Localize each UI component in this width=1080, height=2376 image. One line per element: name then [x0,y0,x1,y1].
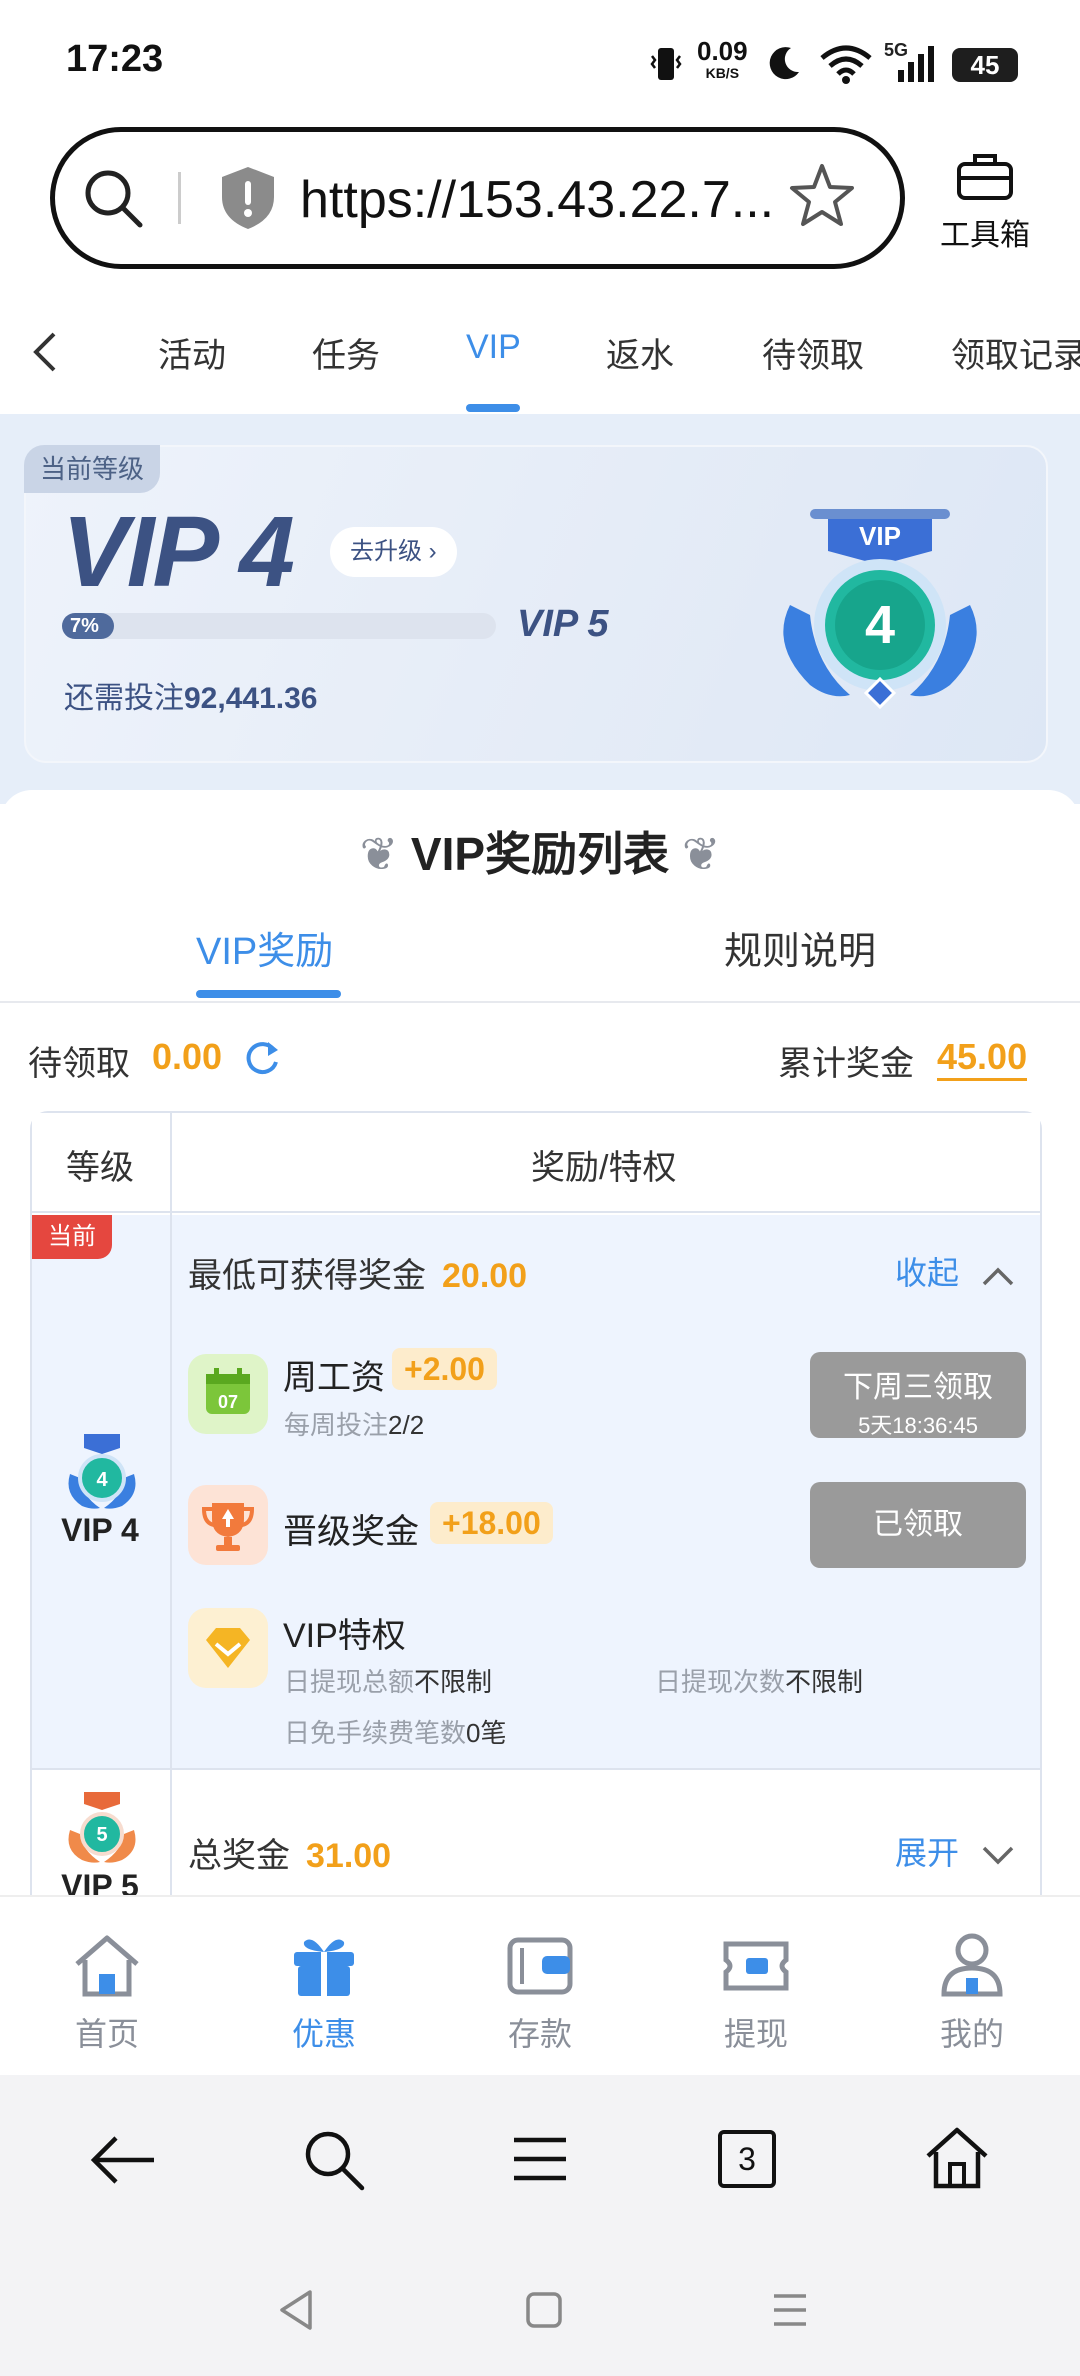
svg-text:4: 4 [96,1469,108,1491]
nav-promotions[interactable]: 优惠 [254,1930,394,2055]
privilege-free-fee-count: 日免手续费笔数0笔 [284,1718,507,1748]
nav-withdraw[interactable]: 提现 [686,1930,826,2055]
url-divider [178,172,181,224]
upgrade-button[interactable]: 去升级 › [330,527,457,577]
laurel-right-icon: ❦ [681,828,721,880]
withdraw-icon [723,1941,789,1991]
shield-icon[interactable] [218,165,278,231]
system-home-icon[interactable] [524,2290,564,2330]
tab-activity[interactable]: 活动 [158,328,226,377]
vip-diamond-icon [188,1608,268,1688]
divider [0,1001,1080,1003]
chevron-left-icon[interactable] [30,330,60,374]
svg-text:07: 07 [218,1392,238,1412]
column-divider [170,1772,172,1902]
chevron-right-icon: › [428,538,437,565]
toolbox-label[interactable]: 工具箱 [920,210,1050,254]
pending-value: 0.00 [152,1036,223,1077]
laurel-left-icon: ❦ [359,828,399,880]
col-level-header: 等级 [66,1149,134,1187]
tab-pending[interactable]: 待领取 [762,328,864,377]
tab-vip[interactable]: VIP [466,328,521,367]
tabs-count-button[interactable]: 3 [718,2130,776,2188]
status-time: 17:23 [66,38,164,80]
collapse-button[interactable]: 收起 [895,1248,1016,1294]
signal-icon [898,46,934,82]
privilege-daily-withdraw-total: 日提现总额不限制 [284,1667,493,1697]
level-progress-track [62,613,496,639]
svg-text:4: 4 [865,595,895,655]
svg-text:5: 5 [96,1824,107,1846]
current-row-tag: 当前 [32,1215,112,1259]
current-vip-level: VIP 4 [62,496,295,608]
refresh-icon[interactable] [244,1038,282,1076]
home-icon [75,1935,139,1997]
url-text[interactable]: https://153.43.22.7... [300,170,774,230]
total-bonus-label: 累计奖金 [778,1045,914,1083]
current-level-tag: 当前等级 [24,445,161,493]
vip-medal-icon: VIP 4 [783,509,977,710]
rewards-title: ❦ VIP奖励列表 ❦ [359,828,721,880]
vip5-badge-icon: 5 [68,1792,136,1863]
star-icon[interactable] [788,162,856,228]
col-reward-header: 奖励/特权 [531,1149,677,1187]
status-bar: 17:23 0.09 KB/S 5G 45 [0,0,1080,120]
nav-profile[interactable]: 我的 [902,1930,1042,2055]
promotion-bonus-amount: +18.00 [430,1502,553,1544]
user-icon [941,1933,1003,1997]
search-icon[interactable] [80,165,146,231]
promotion-bonus-title: 晋级奖金 [283,1513,419,1551]
calendar-icon: 07 [188,1354,268,1434]
claimed-button[interactable]: 已领取 [810,1482,1026,1568]
system-back-icon[interactable] [276,2288,316,2332]
gift-icon [294,1939,354,1996]
trophy-icon [188,1485,268,1565]
system-recents-icon[interactable] [770,2290,810,2330]
wallet-icon [507,1937,573,1995]
table-row [32,1772,1040,1902]
vibrate-icon [650,48,682,80]
home-icon[interactable] [922,2124,992,2192]
toolbox-icon[interactable] [955,150,1015,202]
battery-indicator: 45 [952,48,1018,82]
next-vip-level: VIP 5 [517,603,609,645]
expand-button[interactable]: 展开 [895,1828,1016,1874]
weekly-bet-progress: 每周投注2/2 [284,1410,425,1440]
chevron-up-icon [982,1267,1014,1285]
back-arrow-icon[interactable] [88,2130,158,2190]
claim-next-wednesday-button[interactable]: 下周三领取 5天18:36:45 [810,1352,1026,1438]
wifi-icon [820,45,872,84]
vip-privilege-title: VIP特权 [283,1617,406,1655]
tab-active-indicator [466,404,520,412]
weekly-wage-title: 周工资 [283,1359,385,1397]
tab-rebate[interactable]: 返水 [606,328,674,377]
sub-tab-indicator [196,990,341,998]
vip4-level-label: VIP 4 [61,1512,139,1548]
min-bonus: 最低可获得奖金 20.00 [188,1257,528,1295]
privilege-daily-withdraw-count: 日提现次数不限制 [655,1667,864,1697]
weekly-wage-amount: +2.00 [392,1348,497,1390]
tab-claim-history[interactable]: 领取记录 [951,328,1080,377]
nav-home[interactable]: 首页 [37,1930,177,2055]
nav-deposit[interactable]: 存款 [470,1930,610,2055]
vip4-badge-icon: 4 [68,1434,136,1509]
search-icon[interactable] [300,2126,366,2192]
moon-icon [769,47,799,80]
total-bonus-value: 45.00 [937,1036,1028,1081]
tab-tasks[interactable]: 任务 [312,328,380,377]
pending-label: 待领取 [28,1045,130,1083]
vip5-total-bonus: 总奖金 31.00 [188,1837,392,1875]
tab-vip-rewards[interactable]: VIP奖励 [196,920,333,975]
svg-text:VIP: VIP [859,521,901,551]
net-speed: 0.09 KB/S [697,36,748,81]
tab-rules[interactable]: 规则说明 [724,920,876,975]
chevron-down-icon [982,1846,1014,1865]
menu-icon[interactable] [510,2134,570,2184]
required-bet: 还需投注92,441.36 [64,682,318,715]
level-progress-label: 7% [70,615,99,637]
